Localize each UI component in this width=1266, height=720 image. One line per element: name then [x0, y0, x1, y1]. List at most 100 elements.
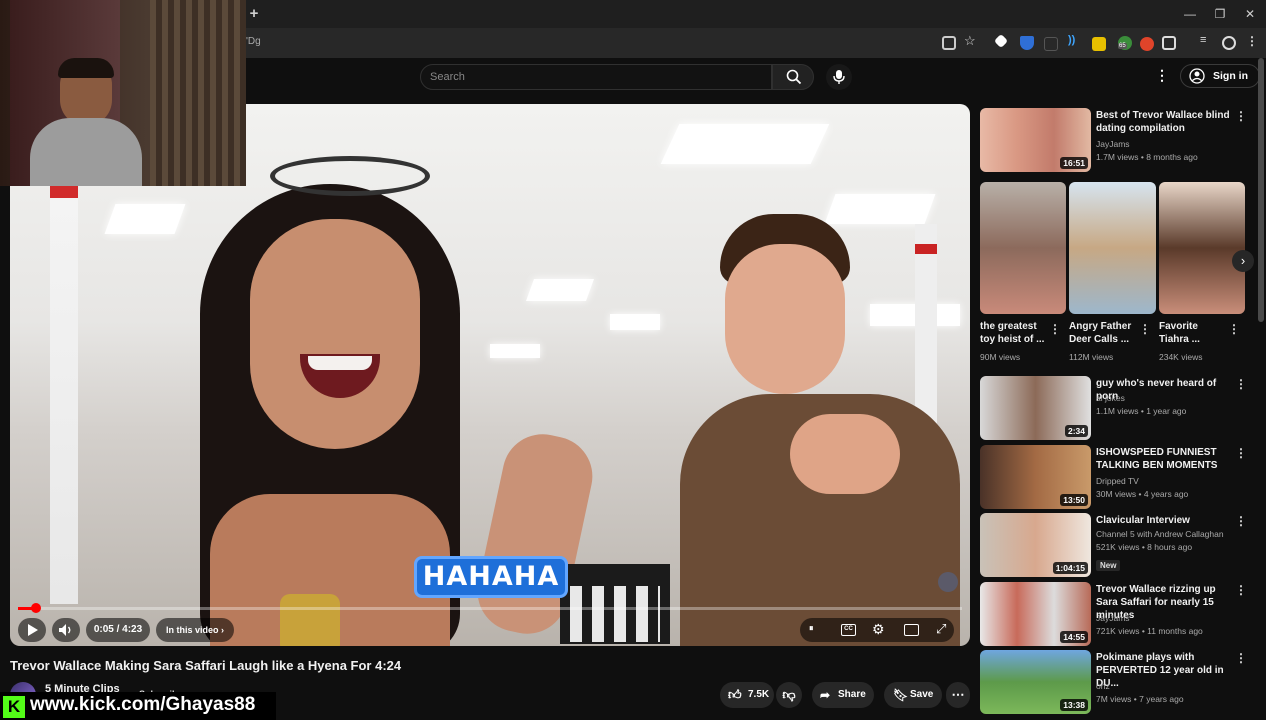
short-thumbnail[interactable]: [980, 182, 1066, 314]
rec-meta: 30M views • 4 years ago: [1096, 489, 1189, 499]
player-right-controls: ⏸ CC ⚙ ⤢: [800, 618, 954, 642]
streamer-hair: [58, 58, 114, 78]
list-item[interactable]: 16:51 Best of Trevor Wallace blind datin…: [980, 108, 1252, 172]
rec-title[interactable]: Pokimane plays with PERVERTED 12 year ol…: [1096, 651, 1236, 690]
search-input[interactable]: Search: [420, 64, 772, 90]
mute-button[interactable]: [52, 618, 80, 642]
list-item[interactable]: 13:50 ISHOWSPEED FUNNIEST TALKING BEN MO…: [980, 445, 1252, 509]
more-icon[interactable]: ⋮: [1235, 446, 1247, 460]
video-thumbnail[interactable]: 1:04:15: [980, 513, 1091, 577]
bookmark-star-icon[interactable]: ☆: [964, 33, 976, 49]
extension-icon[interactable]: [1092, 37, 1106, 51]
list-item[interactable]: 14:55 Trevor Wallace rizzing up Sara Saf…: [980, 582, 1252, 646]
rec-title[interactable]: Best of Trevor Wallace blind dating comp…: [1096, 109, 1236, 135]
video-thumbnail[interactable]: 13:38: [980, 650, 1091, 714]
new-tab-button[interactable]: +: [244, 4, 264, 24]
sign-in-label: Sign in: [1213, 70, 1248, 82]
like-button[interactable]: 👍︎ 7.5K: [720, 682, 774, 708]
short-views: 234K views: [1159, 352, 1203, 362]
search-button[interactable]: [772, 64, 814, 90]
list-item[interactable]: 2:34 guy who's never heard of porn al jo…: [980, 376, 1252, 440]
url-text[interactable]: 'Dg: [246, 36, 261, 47]
short-thumbnail[interactable]: [1159, 182, 1245, 314]
short-title[interactable]: Favorite Tiahra ...: [1159, 320, 1223, 346]
more-icon[interactable]: ⋮: [1139, 322, 1151, 336]
play-button[interactable]: [18, 618, 46, 642]
extension-icon[interactable]: [1140, 37, 1154, 51]
more-icon[interactable]: ⋮: [1155, 67, 1169, 84]
captions-icon[interactable]: CC: [841, 624, 856, 636]
video-thumbnail[interactable]: 2:34: [980, 376, 1091, 440]
fullscreen-icon[interactable]: ⤢: [936, 621, 946, 637]
like-count: 7.5K: [748, 689, 770, 700]
profile-icon[interactable]: [1222, 36, 1236, 50]
sign-in-button[interactable]: Sign in: [1180, 64, 1260, 88]
rec-meta: 7M views • 7 years ago: [1096, 694, 1184, 704]
puzzle-icon[interactable]: [1162, 36, 1176, 50]
maximize-button[interactable]: ❐: [1210, 4, 1230, 24]
media-control-icon[interactable]: ≡: [1200, 34, 1206, 46]
miniplayer-icon[interactable]: [904, 624, 919, 636]
list-item[interactable]: 13:38 Pokimane plays with PERVERTED 12 y…: [980, 650, 1252, 714]
chrome-menu-icon[interactable]: ⋮: [1246, 34, 1258, 48]
extension-icon[interactable]: [993, 33, 1009, 49]
list-item[interactable]: 1:04:15 Clavicular Interview Channel 5 w…: [980, 513, 1252, 577]
thumbs-up-icon: 👍︎: [728, 687, 742, 702]
rec-channel[interactable]: JayJams: [1096, 138, 1130, 150]
scene-sign-bars: [570, 586, 660, 642]
cast-icon[interactable]: [942, 36, 956, 50]
more-icon[interactable]: ⋮: [1235, 377, 1247, 391]
short-title[interactable]: Angry Father Deer Calls ...: [1069, 320, 1145, 346]
rec-channel[interactable]: JayJams: [1096, 612, 1130, 624]
more-icon[interactable]: ⋮: [1228, 322, 1240, 336]
short-title[interactable]: the greatest toy heist of ...: [980, 320, 1052, 346]
chevron-right-icon: ›: [221, 625, 225, 635]
new-badge-label: New: [1096, 560, 1121, 571]
pause-autoplay-icon[interactable]: ⏸: [809, 623, 814, 634]
video-thumbnail[interactable]: 16:51: [980, 108, 1091, 172]
more-icon[interactable]: ⋮: [1235, 651, 1247, 665]
video-thumbnail[interactable]: 14:55: [980, 582, 1091, 646]
webcam-overlay: [0, 0, 246, 186]
share-button[interactable]: ➦ Share: [812, 682, 874, 708]
scene-light: [610, 314, 660, 330]
scrollbar[interactable]: [1258, 58, 1264, 322]
share-label: Share: [838, 689, 866, 700]
progress-bar[interactable]: [18, 607, 962, 610]
rec-title[interactable]: ISHOWSPEED FUNNIEST TALKING BEN MOMENTS: [1096, 446, 1236, 472]
duration-badge: 1:04:15: [1052, 562, 1088, 574]
rec-channel[interactable]: al jokes: [1096, 392, 1125, 404]
progress-scrubber[interactable]: [30, 603, 41, 613]
rec-channel[interactable]: Channel 5 with Andrew Callaghan: [1096, 528, 1224, 540]
scene-pillar-stripe: [50, 184, 78, 198]
shield-icon[interactable]: [1020, 36, 1034, 50]
video-thumbnail[interactable]: 13:50: [980, 445, 1091, 509]
chevron-right-icon[interactable]: ›: [1232, 250, 1254, 272]
dislike-button[interactable]: 👎︎: [776, 682, 802, 708]
minimize-button[interactable]: —: [1180, 4, 1200, 24]
settings-icon[interactable]: ⚙: [872, 621, 885, 638]
streamer-shirt: [30, 118, 142, 186]
in-this-video-button[interactable]: In this video ›: [156, 618, 234, 642]
extension-icon[interactable]: )): [1068, 34, 1075, 46]
duration-badge: 16:51: [1060, 157, 1088, 169]
save-button[interactable]: 🔖︎ Save: [884, 682, 942, 708]
duration-badge: 2:34: [1064, 425, 1088, 437]
rec-channel[interactable]: Dripped TV: [1096, 475, 1139, 487]
more-icon[interactable]: ⋮: [1235, 109, 1247, 123]
extensions-toolbar: ☆ )) 65 ≡ ⋮: [940, 33, 1258, 51]
more-icon[interactable]: ⋮: [1235, 583, 1247, 597]
duration-badge: 13:38: [1060, 699, 1088, 711]
more-icon[interactable]: ⋮: [1049, 322, 1061, 336]
channel-watermark[interactable]: [938, 572, 958, 592]
close-window-button[interactable]: ✕: [1240, 4, 1260, 24]
more-icon[interactable]: ⋮: [1235, 514, 1247, 528]
extension-icon[interactable]: [1044, 37, 1058, 51]
in-this-video-label: In this video: [166, 625, 219, 635]
more-actions-button[interactable]: ⋯: [946, 682, 970, 708]
rec-title[interactable]: Clavicular Interview: [1096, 514, 1236, 527]
short-thumbnail[interactable]: [1069, 182, 1156, 314]
man-figure: [670, 214, 960, 646]
rec-channel[interactable]: onz: [1096, 680, 1110, 692]
voice-search-button[interactable]: [826, 64, 852, 90]
